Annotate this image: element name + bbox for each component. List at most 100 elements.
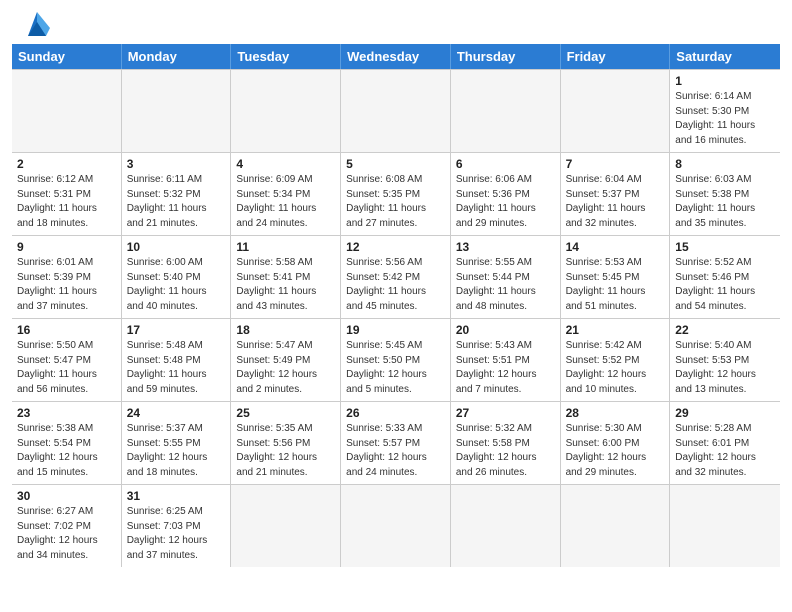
day-number: 14	[566, 240, 665, 254]
calendar-cell: 17 Sunrise: 5:48 AM Sunset: 5:48 PM Dayli…	[122, 319, 232, 401]
calendar-cell: 2Sunrise: 6:12 AM Sunset: 5:31 PM Daylig…	[12, 153, 122, 235]
calendar-cell: 3Sunrise: 6:11 AM Sunset: 5:32 PM Daylig…	[122, 153, 232, 235]
day-number: 24	[127, 406, 226, 420]
calendar-cell	[561, 70, 671, 152]
calendar-cell	[231, 485, 341, 567]
calendar-cell: 18Sunrise: 5:47 AM Sunset: 5:49 PM Dayli…	[231, 319, 341, 401]
calendar-cell: 20 Sunrise: 5:43 AM Sunset: 5:51 PM Dayli…	[451, 319, 561, 401]
calendar-cell	[670, 485, 780, 567]
calendar-cell	[231, 70, 341, 152]
calendar-week-row: 1 Sunrise: 6:14 AM Sunset: 5:30 PM Daylig…	[12, 69, 780, 152]
day-info: Sunrise: 5:33 AM Sunset: 5:57 PM Dayligh…	[346, 422, 445, 480]
calendar-cell: 19 Sunrise: 5:45 AM Sunset: 5:50 PM Dayli…	[341, 319, 451, 401]
day-number: 10	[127, 240, 226, 254]
day-info: Sunrise: 5:30 AM Sunset: 6:00 PM Dayligh…	[566, 422, 665, 480]
calendar-cell: 23Sunrise: 5:38 AM Sunset: 5:54 PM Dayli…	[12, 402, 122, 484]
weekday-header: Wednesday	[341, 44, 451, 69]
day-number: 12	[346, 240, 445, 254]
day-number: 1	[675, 74, 775, 88]
calendar-cell: 15Sunrise: 5:52 AM Sunset: 5:46 PM Dayli…	[670, 236, 780, 318]
day-info: Sunrise: 5:45 AM Sunset: 5:50 PM Dayligh…	[346, 339, 445, 397]
calendar-week-row: 2Sunrise: 6:12 AM Sunset: 5:31 PM Daylig…	[12, 152, 780, 235]
calendar-cell	[341, 70, 451, 152]
calendar-cell: 24 Sunrise: 5:37 AM Sunset: 5:55 PM Dayli…	[122, 402, 232, 484]
calendar-cell	[122, 70, 232, 152]
day-number: 6	[456, 157, 555, 171]
calendar-cell: 21 Sunrise: 5:42 AM Sunset: 5:52 PM Dayli…	[561, 319, 671, 401]
day-number: 21	[566, 323, 665, 337]
calendar-cell: 30 Sunrise: 6:27 AM Sunset: 7:02 PM Dayli…	[12, 485, 122, 567]
calendar-cell	[12, 70, 122, 152]
day-info: Sunrise: 5:53 AM Sunset: 5:45 PM Dayligh…	[566, 256, 665, 314]
logo	[16, 12, 56, 38]
calendar-cell: 28 Sunrise: 5:30 AM Sunset: 6:00 PM Dayli…	[561, 402, 671, 484]
day-number: 19	[346, 323, 445, 337]
day-number: 31	[127, 489, 226, 503]
day-info: Sunrise: 6:00 AM Sunset: 5:40 PM Dayligh…	[127, 256, 226, 314]
calendar-cell	[451, 485, 561, 567]
weekday-header: Saturday	[670, 44, 780, 69]
day-number: 17	[127, 323, 226, 337]
day-number: 9	[17, 240, 116, 254]
calendar-week-row: 30 Sunrise: 6:27 AM Sunset: 7:02 PM Dayli…	[12, 484, 780, 567]
day-number: 23	[17, 406, 116, 420]
calendar-cell: 10 Sunrise: 6:00 AM Sunset: 5:40 PM Dayli…	[122, 236, 232, 318]
calendar-cell: 9Sunrise: 6:01 AM Sunset: 5:39 PM Daylig…	[12, 236, 122, 318]
day-info: Sunrise: 5:52 AM Sunset: 5:46 PM Dayligh…	[675, 256, 775, 314]
calendar-cell: 25 Sunrise: 5:35 AM Sunset: 5:56 PM Dayli…	[231, 402, 341, 484]
day-number: 27	[456, 406, 555, 420]
calendar-header: SundayMondayTuesdayWednesdayThursdayFrid…	[12, 44, 780, 69]
day-number: 8	[675, 157, 775, 171]
day-number: 22	[675, 323, 775, 337]
day-info: Sunrise: 5:47 AM Sunset: 5:49 PM Dayligh…	[236, 339, 335, 397]
day-info: Sunrise: 5:37 AM Sunset: 5:55 PM Dayligh…	[127, 422, 226, 480]
page-header	[0, 0, 792, 44]
calendar-week-row: 16Sunrise: 5:50 AM Sunset: 5:47 PM Dayli…	[12, 318, 780, 401]
calendar-cell: 22 Sunrise: 5:40 AM Sunset: 5:53 PM Dayli…	[670, 319, 780, 401]
calendar-cell: 4Sunrise: 6:09 AM Sunset: 5:34 PM Daylig…	[231, 153, 341, 235]
calendar-cell	[451, 70, 561, 152]
calendar-cell	[561, 485, 671, 567]
day-number: 7	[566, 157, 665, 171]
day-info: Sunrise: 5:58 AM Sunset: 5:41 PM Dayligh…	[236, 256, 335, 314]
calendar-container: SundayMondayTuesdayWednesdayThursdayFrid…	[12, 44, 780, 567]
day-info: Sunrise: 6:25 AM Sunset: 7:03 PM Dayligh…	[127, 505, 226, 563]
day-info: Sunrise: 6:14 AM Sunset: 5:30 PM Dayligh…	[675, 90, 775, 148]
day-number: 20	[456, 323, 555, 337]
weekday-header: Tuesday	[231, 44, 341, 69]
day-info: Sunrise: 5:42 AM Sunset: 5:52 PM Dayligh…	[566, 339, 665, 397]
calendar-cell: 1 Sunrise: 6:14 AM Sunset: 5:30 PM Daylig…	[670, 70, 780, 152]
calendar-cell: 16Sunrise: 5:50 AM Sunset: 5:47 PM Dayli…	[12, 319, 122, 401]
day-info: Sunrise: 5:43 AM Sunset: 5:51 PM Dayligh…	[456, 339, 555, 397]
day-info: Sunrise: 6:06 AM Sunset: 5:36 PM Dayligh…	[456, 173, 555, 231]
day-info: Sunrise: 6:04 AM Sunset: 5:37 PM Dayligh…	[566, 173, 665, 231]
day-number: 28	[566, 406, 665, 420]
day-number: 26	[346, 406, 445, 420]
day-info: Sunrise: 5:56 AM Sunset: 5:42 PM Dayligh…	[346, 256, 445, 314]
weekday-header: Friday	[561, 44, 671, 69]
day-info: Sunrise: 5:48 AM Sunset: 5:48 PM Dayligh…	[127, 339, 226, 397]
day-info: Sunrise: 5:32 AM Sunset: 5:58 PM Dayligh…	[456, 422, 555, 480]
day-number: 4	[236, 157, 335, 171]
day-info: Sunrise: 5:55 AM Sunset: 5:44 PM Dayligh…	[456, 256, 555, 314]
day-number: 5	[346, 157, 445, 171]
day-number: 30	[17, 489, 116, 503]
calendar-cell: 29Sunrise: 5:28 AM Sunset: 6:01 PM Dayli…	[670, 402, 780, 484]
calendar-cell: 31 Sunrise: 6:25 AM Sunset: 7:03 PM Dayli…	[122, 485, 232, 567]
logo-icon	[18, 8, 56, 38]
day-info: Sunrise: 5:35 AM Sunset: 5:56 PM Dayligh…	[236, 422, 335, 480]
calendar-cell: 5 Sunrise: 6:08 AM Sunset: 5:35 PM Daylig…	[341, 153, 451, 235]
day-info: Sunrise: 6:03 AM Sunset: 5:38 PM Dayligh…	[675, 173, 775, 231]
calendar-cell: 14 Sunrise: 5:53 AM Sunset: 5:45 PM Dayli…	[561, 236, 671, 318]
day-info: Sunrise: 5:50 AM Sunset: 5:47 PM Dayligh…	[17, 339, 116, 397]
day-info: Sunrise: 6:08 AM Sunset: 5:35 PM Dayligh…	[346, 173, 445, 231]
calendar-body: 1 Sunrise: 6:14 AM Sunset: 5:30 PM Daylig…	[12, 69, 780, 567]
calendar-cell: 12 Sunrise: 5:56 AM Sunset: 5:42 PM Dayli…	[341, 236, 451, 318]
day-info: Sunrise: 5:40 AM Sunset: 5:53 PM Dayligh…	[675, 339, 775, 397]
calendar-cell: 26 Sunrise: 5:33 AM Sunset: 5:57 PM Dayli…	[341, 402, 451, 484]
weekday-header: Monday	[122, 44, 232, 69]
day-info: Sunrise: 6:27 AM Sunset: 7:02 PM Dayligh…	[17, 505, 116, 563]
day-info: Sunrise: 5:28 AM Sunset: 6:01 PM Dayligh…	[675, 422, 775, 480]
day-number: 2	[17, 157, 116, 171]
day-number: 25	[236, 406, 335, 420]
